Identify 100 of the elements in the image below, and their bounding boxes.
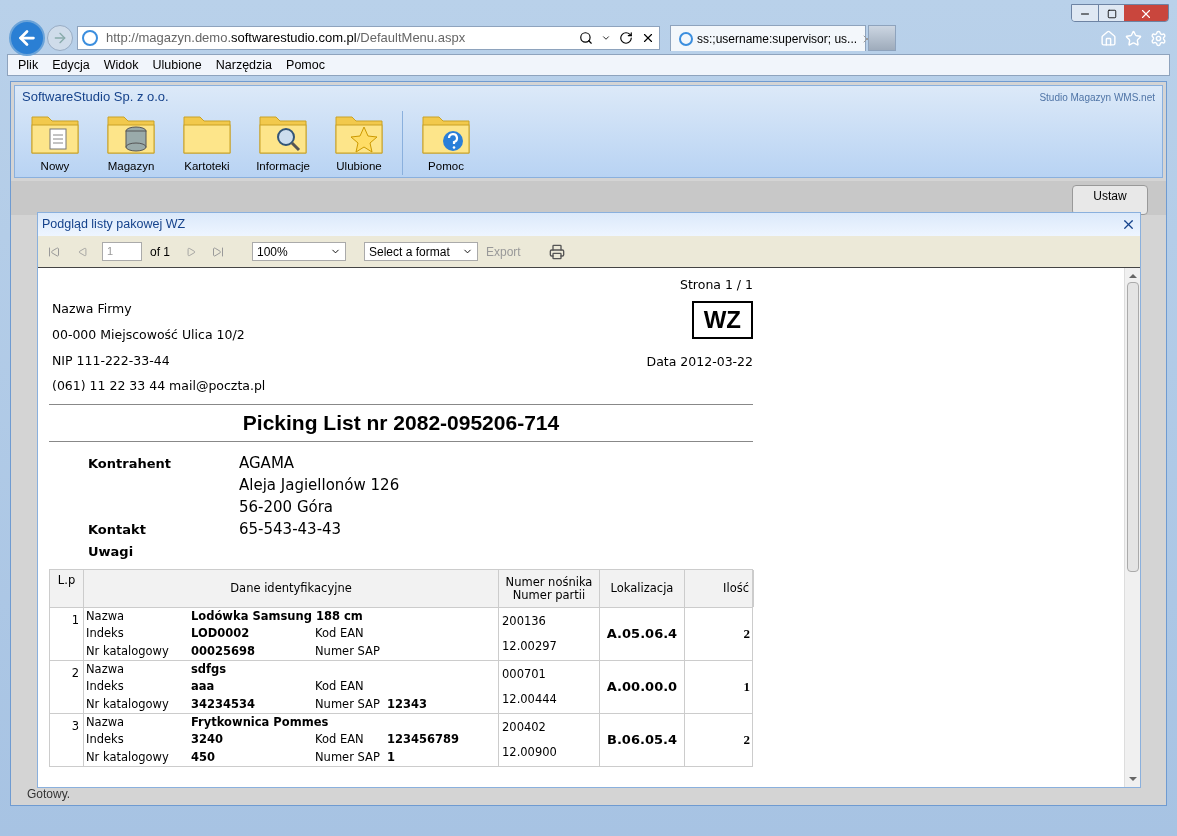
- address-bar[interactable]: http://magazyn.demo.softwarestudio.com.pl/DefaultMenu.aspx: [77, 26, 660, 50]
- menu-item[interactable]: Pomoc: [286, 55, 325, 75]
- scrollbar-thumb[interactable]: [1126, 282, 1139, 572]
- contractor-value: 65-543-43-43: [239, 520, 343, 539]
- refresh-icon[interactable]: [619, 31, 633, 45]
- company-line: NIP 111-222-33-44: [52, 351, 171, 370]
- contractor-label: Kontrahent: [88, 455, 172, 473]
- index-value: 3240: [191, 731, 224, 749]
- contractor-label: Uwagi: [88, 543, 135, 561]
- product-name: Lodówka Samsung 188 cm: [191, 608, 364, 625]
- row-number: 3: [71, 719, 79, 733]
- quantity-value: 2: [743, 625, 750, 644]
- field-label: Indeks: [86, 731, 125, 749]
- menu-item[interactable]: Narzędzia: [215, 55, 273, 75]
- ribbon-button[interactable]: Informacje: [250, 111, 316, 176]
- set-button[interactable]: Ustaw: [1072, 185, 1148, 215]
- maximize-icon: [1106, 9, 1117, 19]
- column-header: L.p: [57, 574, 76, 589]
- company-line: Nazwa Firmy: [52, 300, 133, 318]
- carrier-number: 200402: [502, 719, 547, 736]
- url-text: http://magazyn.demo.softwarestudio.com.pl/DefaultMenu.aspx: [106, 29, 466, 48]
- print-icon[interactable]: [548, 243, 565, 260]
- search-icon[interactable]: [579, 31, 593, 45]
- batch-number: 12.00297: [502, 637, 558, 655]
- field-label: Kod EAN: [315, 678, 365, 696]
- catalog-value: 00025698: [191, 642, 256, 660]
- report-title: Picking List nr 2082-095206-714: [242, 410, 560, 437]
- page-number: Strona 1 / 1: [680, 276, 753, 294]
- scroll-down-icon[interactable]: [1128, 775, 1137, 783]
- product-name: Studio Magazyn WMS.net: [1039, 90, 1155, 105]
- document-type: WZ: [691, 300, 753, 339]
- minimize-button[interactable]: [1072, 5, 1098, 21]
- field-label: Nazwa: [86, 714, 126, 731]
- quantity-value: 1: [743, 678, 750, 697]
- last-page-icon[interactable]: [212, 245, 224, 258]
- carrier-number: 000701: [502, 666, 547, 683]
- product-name: sdfgs: [191, 661, 228, 678]
- close-icon[interactable]: [1121, 217, 1136, 232]
- field-label: Numer SAP: [315, 748, 381, 766]
- forward-arrow-icon: [52, 30, 68, 46]
- menu-item[interactable]: Widok: [103, 55, 139, 75]
- batch-number: 12.00900: [502, 743, 558, 761]
- dialog-title: Podgląd listy pakowej WZ: [42, 216, 186, 234]
- field-label: Numer SAP: [315, 695, 381, 713]
- column-header: Dane identyfikacyjne: [230, 582, 352, 595]
- row-number: 2: [71, 666, 79, 680]
- field-label: Nr katalogowy: [86, 642, 170, 660]
- catalog-value: 34234534: [191, 695, 256, 713]
- menu-item[interactable]: Edycja: [52, 55, 90, 75]
- product-name: Frytkownica Pommes: [191, 714, 330, 731]
- menu-item[interactable]: Plik: [18, 55, 39, 75]
- sap-value: 1: [387, 748, 396, 766]
- close-button[interactable]: [1124, 5, 1168, 21]
- catalog-value: 450: [191, 748, 216, 766]
- ribbon-button[interactable]: Nowy: [22, 111, 88, 176]
- contractor-value: AGAMA: [239, 454, 296, 473]
- browser-logo-icon: [82, 30, 98, 46]
- ean-value: 123456789: [387, 731, 460, 749]
- ribbon-button[interactable]: Ulubione: [326, 111, 392, 176]
- row-number: 1: [71, 613, 79, 627]
- status-text: Gotowy.: [27, 786, 71, 803]
- carrier-number: 200136: [502, 613, 547, 630]
- company-line: 00-000 Miejscowość Ulica 10/2: [52, 325, 246, 344]
- batch-number: 12.00444: [502, 690, 558, 708]
- ribbon-button[interactable]: Kartoteki: [174, 111, 240, 176]
- field-label: Kod EAN: [315, 731, 365, 749]
- menu-item[interactable]: Ulubione: [152, 55, 202, 75]
- maximize-button[interactable]: [1098, 5, 1124, 21]
- sap-value: 12343: [387, 695, 428, 713]
- column-header: Numer nośnika Numer partii: [505, 575, 593, 602]
- first-page-icon[interactable]: [48, 245, 60, 258]
- format-select[interactable]: Select a format: [364, 242, 478, 261]
- quantity-value: 2: [743, 731, 750, 750]
- location-value: A.05.06.4: [606, 625, 678, 644]
- back-button[interactable]: [9, 20, 45, 56]
- field-label: Nr katalogowy: [86, 695, 170, 713]
- location-value: B.06.05.4: [607, 731, 677, 750]
- index-value: LOD0002: [191, 625, 251, 643]
- field-label: Indeks: [86, 678, 125, 696]
- contractor-value: Aleja Jagiellonów 126: [239, 476, 401, 495]
- ribbon-button[interactable]: Magazyn: [98, 111, 164, 176]
- scroll-up-icon[interactable]: [1128, 272, 1137, 280]
- contractor-label: Kontakt: [88, 521, 147, 539]
- column-header: Ilość: [723, 582, 749, 595]
- field-label: Numer SAP: [315, 642, 381, 660]
- field-label: Nazwa: [86, 661, 126, 678]
- ribbon-button[interactable]: Pomoc: [413, 111, 479, 176]
- company-line: (061) 11 22 33 44 mail@poczta.pl: [52, 377, 266, 396]
- browser-tab[interactable]: ss:;username:supervisor; us...: [670, 25, 866, 51]
- company-name: SoftwareStudio Sp. z o.o.: [22, 88, 169, 107]
- zoom-select[interactable]: 100%: [252, 242, 346, 261]
- column-header: Lokalizacja: [610, 582, 674, 595]
- close-icon: [1139, 7, 1153, 21]
- field-label: Nazwa: [86, 608, 126, 625]
- index-value: aaa: [191, 678, 216, 696]
- stop-icon[interactable]: [641, 31, 655, 45]
- field-label: Kod EAN: [315, 625, 365, 643]
- location-value: A.00.00.0: [606, 678, 678, 697]
- field-label: Indeks: [86, 625, 125, 643]
- dropdown-icon[interactable]: [601, 33, 611, 43]
